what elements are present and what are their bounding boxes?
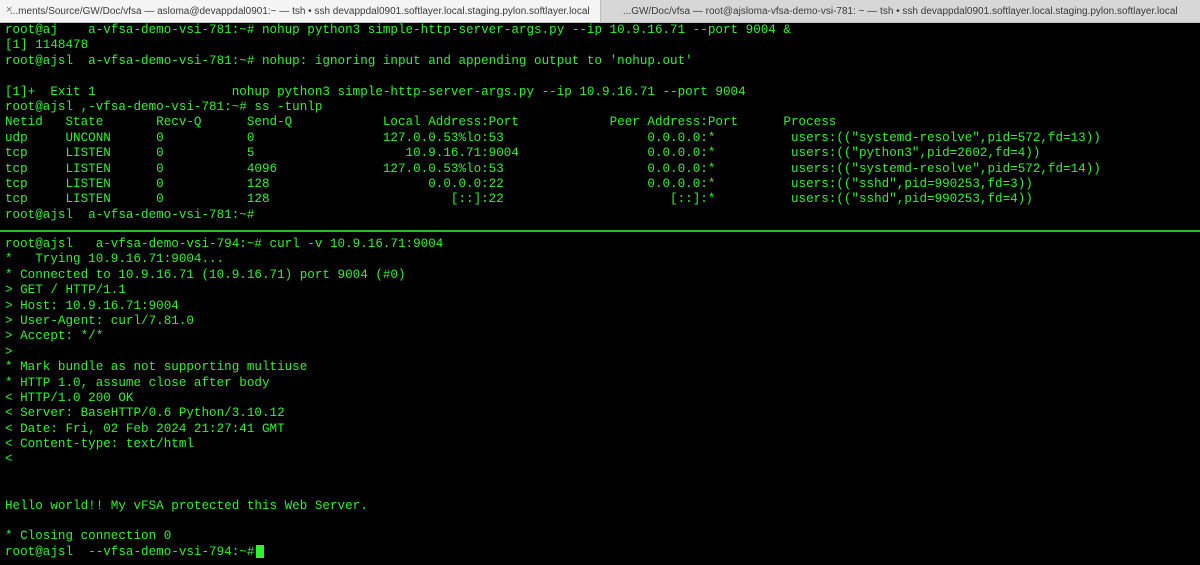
tab-vfsa-demo-vsi-781[interactable]: ...GW/Doc/vfsa — root@ajsloma-vfsa-demo-… <box>600 0 1200 22</box>
close-tab-icon[interactable]: × <box>6 4 12 16</box>
terminal-line <box>5 468 1200 483</box>
terminal-line: < Date: Fri, 02 Feb 2024 21:27:41 GMT <box>5 422 1200 437</box>
tab-label: ...GW/Doc/vfsa — root@ajsloma-vfsa-demo-… <box>623 6 1178 17</box>
terminal-line: root@ajsl a-vfsa-demo-vsi-781:~# <box>5 208 1200 223</box>
terminal-pane-bottom[interactable]: root@ajsl a-vfsa-demo-vsi-794:~# curl -v… <box>0 232 1200 565</box>
terminal-line: tcp LISTEN 0 128 [::]:22 [::]:* users:((… <box>5 192 1200 207</box>
terminal-line: [1] 1148478 <box>5 38 1200 53</box>
terminal-line: tcp LISTEN 0 4096 127.0.0.53%lo:53 0.0.0… <box>5 162 1200 177</box>
terminal-line: > <box>5 345 1200 360</box>
terminal-line: * HTTP 1.0, assume close after body <box>5 376 1200 391</box>
prompt-text: root@ajsl --vfsa-demo-vsi-794:~# <box>5 545 254 559</box>
terminal-line: > Host: 10.9.16.71:9004 <box>5 299 1200 314</box>
terminal-line <box>5 69 1200 84</box>
tab-label: ...ments/Source/GW/Doc/vfsa — asloma@dev… <box>10 6 590 17</box>
terminal-line: root@ajsl a-vfsa-demo-vsi-794:~# curl -v… <box>5 237 1200 252</box>
terminal-line: * Connected to 10.9.16.71 (10.9.16.71) p… <box>5 268 1200 283</box>
terminal-line: tcp LISTEN 0 5 10.9.16.71:9004 0.0.0.0:*… <box>5 146 1200 161</box>
terminal-line: < <box>5 452 1200 467</box>
text-cursor <box>256 545 264 558</box>
terminal-line: root@ajsl ,-vfsa-demo-vsi-781:~# ss -tun… <box>5 100 1200 115</box>
terminal-output-top: root@aj a-vfsa-demo-vsi-781:~# nohup pyt… <box>0 23 1200 223</box>
terminal-line <box>5 483 1200 498</box>
terminal-line <box>5 514 1200 529</box>
terminal-line: root@aj a-vfsa-demo-vsi-781:~# nohup pyt… <box>5 23 1200 38</box>
terminal-line: > User-Agent: curl/7.81.0 <box>5 314 1200 329</box>
terminal-line: Netid State Recv-Q Send-Q Local Address:… <box>5 115 1200 130</box>
terminal-line: < Server: BaseHTTP/0.6 Python/3.10.12 <box>5 406 1200 421</box>
terminal-pane-top[interactable]: root@aj a-vfsa-demo-vsi-781:~# nohup pyt… <box>0 23 1200 230</box>
terminal-line: [1]+ Exit 1 nohup python3 simple-http-se… <box>5 85 1200 100</box>
terminal-line: < Content-type: text/html <box>5 437 1200 452</box>
tab-bar: × ...ments/Source/GW/Doc/vfsa — asloma@d… <box>0 0 1200 23</box>
terminal-line: root@ajsl a-vfsa-demo-vsi-781:~# nohup: … <box>5 54 1200 69</box>
terminal-line: > GET / HTTP/1.1 <box>5 283 1200 298</box>
tab-devappdal0901[interactable]: × ...ments/Source/GW/Doc/vfsa — asloma@d… <box>0 0 600 22</box>
terminal-line: < HTTP/1.0 200 OK <box>5 391 1200 406</box>
terminal-line: Hello world!! My vFSA protected this Web… <box>5 499 1200 514</box>
terminal-line: tcp LISTEN 0 128 0.0.0.0:22 0.0.0.0:* us… <box>5 177 1200 192</box>
terminal-output-bottom: root@ajsl a-vfsa-demo-vsi-794:~# curl -v… <box>0 232 1200 560</box>
terminal-line: * Closing connection 0 <box>5 529 1200 544</box>
terminal-prompt[interactable]: root@ajsl --vfsa-demo-vsi-794:~# <box>5 545 1200 560</box>
terminal-line: * Trying 10.9.16.71:9004... <box>5 252 1200 267</box>
terminal-line: * Mark bundle as not supporting multiuse <box>5 360 1200 375</box>
terminal-line: > Accept: */* <box>5 329 1200 344</box>
terminal-line: udp UNCONN 0 0 127.0.0.53%lo:53 0.0.0.0:… <box>5 131 1200 146</box>
